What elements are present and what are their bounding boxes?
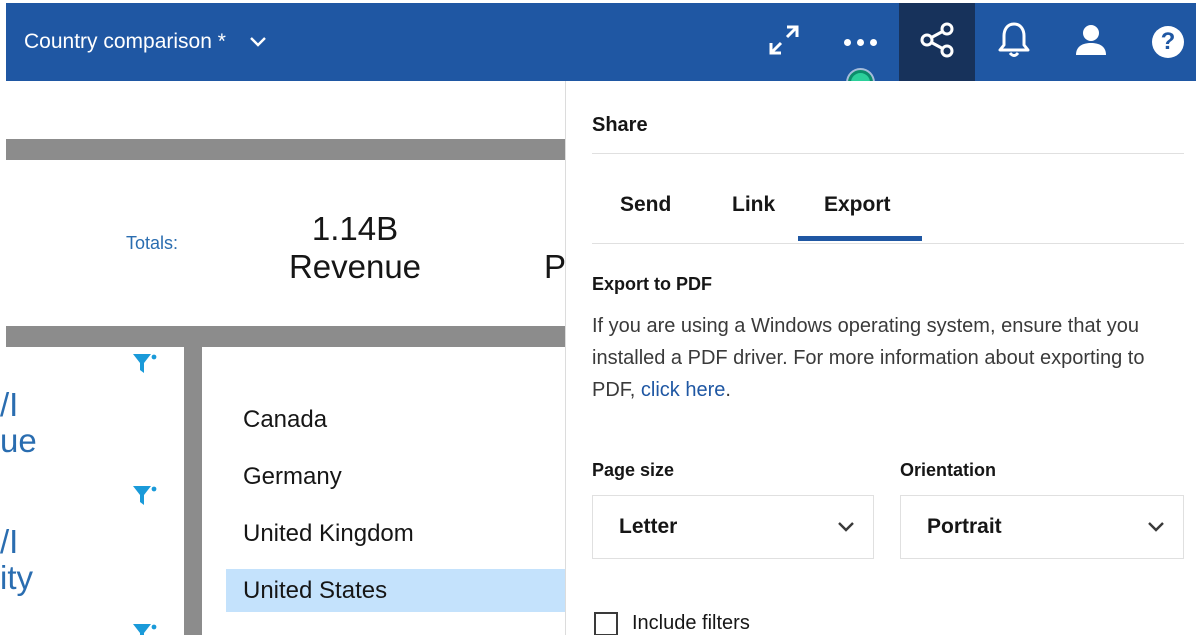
dashboard-title-dropdown[interactable]: Country comparison * bbox=[24, 3, 268, 81]
page-size-select[interactable]: Letter bbox=[592, 495, 874, 559]
list-item-country-selected[interactable]: United States bbox=[226, 569, 565, 612]
notifications-button[interactable] bbox=[976, 3, 1052, 81]
app-header: Country comparison * ? bbox=[6, 3, 1196, 81]
kpi-revenue-value: 1.14B bbox=[311, 210, 399, 247]
chevron-down-icon bbox=[836, 517, 856, 537]
orientation-value: Portrait bbox=[927, 515, 1002, 538]
list-item-country[interactable]: Canada bbox=[226, 391, 565, 448]
section-divider-bar bbox=[6, 139, 565, 160]
panel-title: Share bbox=[592, 114, 648, 136]
list-item-country[interactable]: United Kingdom bbox=[226, 505, 565, 562]
orientation-select[interactable]: Portrait bbox=[900, 495, 1184, 559]
kpi-revenue-label: Revenue bbox=[288, 248, 422, 285]
country-list: Canada Germany United Kingdom United Sta… bbox=[226, 391, 565, 612]
help-button[interactable]: ? bbox=[1130, 3, 1196, 81]
include-filters-option[interactable]: Include filters bbox=[594, 612, 750, 635]
chevron-down-icon bbox=[1146, 517, 1166, 537]
list-item-country[interactable]: Germany bbox=[226, 448, 565, 505]
dashboard-title: Country comparison * bbox=[24, 30, 226, 53]
export-section-title: Export to PDF bbox=[592, 274, 712, 294]
expand-button[interactable] bbox=[746, 3, 822, 81]
page-size-value: Letter bbox=[619, 515, 678, 538]
share-button[interactable] bbox=[899, 3, 975, 81]
filter-icon[interactable] bbox=[130, 619, 158, 635]
kpi-next-label: P bbox=[544, 248, 565, 285]
user-profile-button[interactable] bbox=[1053, 3, 1129, 81]
panel-divider bbox=[592, 153, 1184, 154]
share-tabs: Send Link Export bbox=[592, 193, 922, 241]
tab-link[interactable]: Link bbox=[706, 193, 798, 241]
measure-label-partial: /I ue bbox=[0, 386, 37, 459]
filter-icon[interactable] bbox=[130, 349, 158, 377]
tab-send[interactable]: Send bbox=[592, 193, 706, 241]
user-profile-icon bbox=[1073, 22, 1109, 63]
column-divider-bar bbox=[184, 345, 202, 635]
expand-icon bbox=[766, 22, 802, 63]
include-filters-checkbox[interactable] bbox=[594, 612, 618, 635]
click-here-link[interactable]: click here bbox=[641, 379, 725, 401]
include-filters-label: Include filters bbox=[632, 612, 750, 634]
tabs-divider bbox=[592, 243, 1184, 244]
totals-label: Totals: bbox=[126, 233, 179, 253]
share-icon bbox=[918, 21, 956, 64]
orientation-label: Orientation bbox=[900, 460, 997, 480]
notification-bell-icon bbox=[997, 21, 1031, 64]
help-icon: ? bbox=[1152, 26, 1184, 58]
share-panel: Share Send Link Export Export to PDF If … bbox=[565, 81, 1196, 635]
chevron-down-icon bbox=[248, 32, 268, 52]
filter-icon[interactable] bbox=[130, 481, 158, 509]
measure-label-partial: /I ity bbox=[0, 523, 33, 596]
section-divider-bar bbox=[6, 326, 565, 347]
page-size-label: Page size bbox=[592, 460, 675, 480]
dashboard-canvas: Totals: 1.14B Revenue P /I ue /I ity Can… bbox=[0, 81, 565, 635]
more-options-icon bbox=[843, 38, 877, 46]
export-description: If you are using a Windows operating sys… bbox=[592, 315, 1145, 401]
tab-export[interactable]: Export bbox=[798, 193, 922, 241]
